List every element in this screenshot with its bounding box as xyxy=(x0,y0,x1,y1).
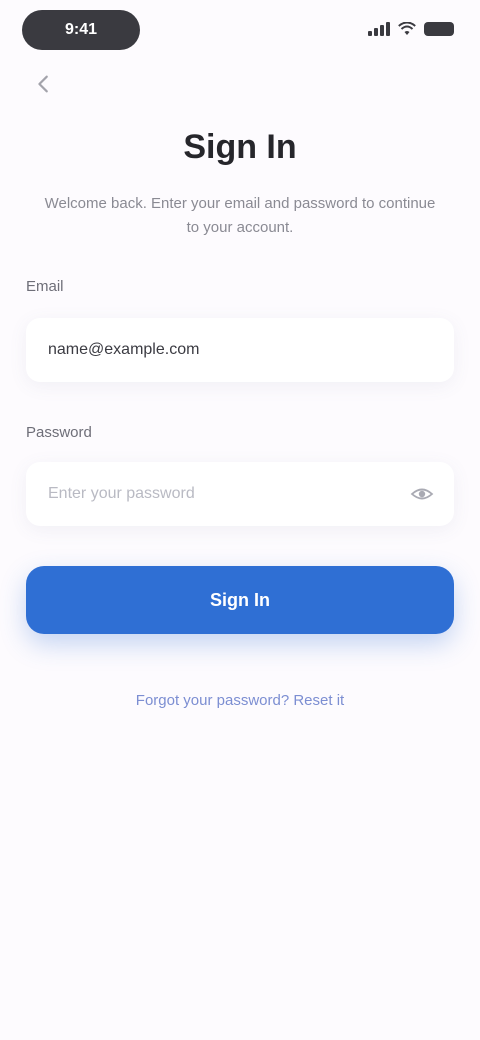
sign-in-button[interactable]: Sign In xyxy=(26,566,454,634)
forgot-password-link[interactable]: Forgot your password? Reset it xyxy=(0,692,480,709)
chevron-left-icon xyxy=(38,75,48,93)
email-label: Email xyxy=(26,278,64,295)
status-bar: 9:41 xyxy=(0,0,480,64)
eye-icon xyxy=(410,488,434,500)
back-button[interactable] xyxy=(26,70,62,98)
status-time-pill: 9:41 xyxy=(22,10,140,50)
status-icons xyxy=(368,22,454,36)
battery-icon xyxy=(424,22,454,36)
password-field-container xyxy=(26,462,454,526)
wifi-icon xyxy=(398,22,416,35)
status-time: 9:41 xyxy=(64,21,98,38)
show-password-button[interactable] xyxy=(408,480,436,508)
signal-icon xyxy=(368,22,390,36)
email-field[interactable] xyxy=(26,318,454,382)
page-title: Sign In xyxy=(183,128,297,166)
page-subtitle: Welcome back. Enter your email and passw… xyxy=(44,195,436,236)
email-field-container xyxy=(26,318,454,382)
password-label: Password xyxy=(26,424,92,441)
password-field[interactable] xyxy=(26,462,394,526)
sign-in-screen: 9:41 Sign In Welcome back. Enter your em… xyxy=(0,0,480,1040)
